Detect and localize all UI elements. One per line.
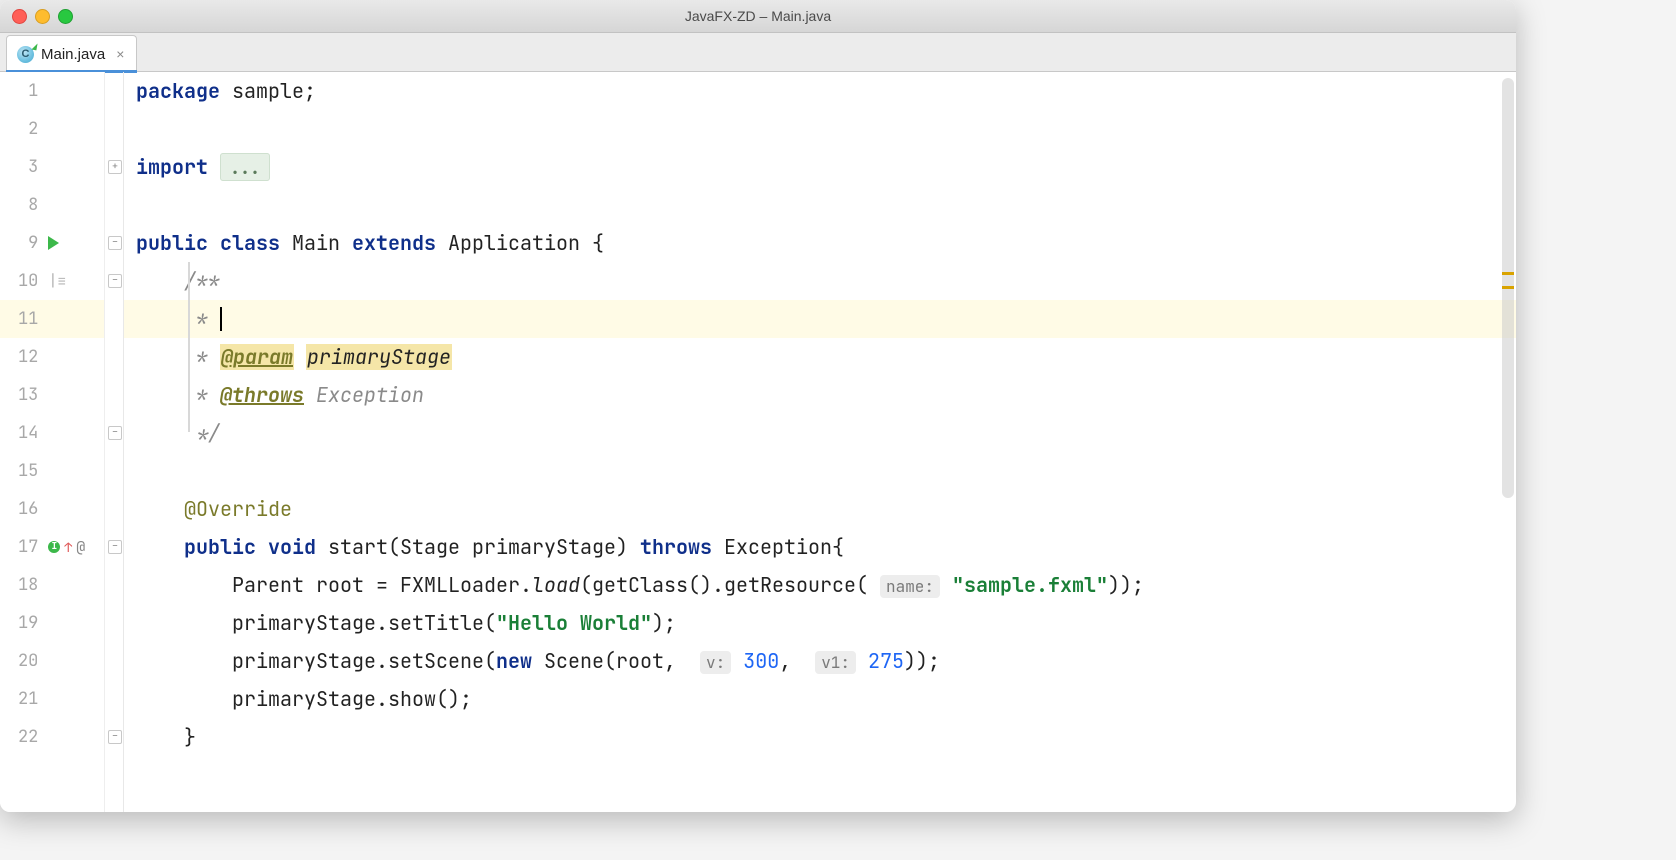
zoom-window-button[interactable] (58, 9, 73, 24)
fold-collapse-icon[interactable] (108, 426, 122, 440)
param-hint-v1: v1: (815, 651, 856, 674)
fold-collapse-icon[interactable] (108, 540, 122, 554)
window-titlebar[interactable]: JavaFX-ZD – Main.java (0, 0, 1516, 33)
fold-collapse-icon[interactable] (108, 274, 122, 288)
error-stripe[interactable] (1500, 72, 1516, 812)
line-number: 20 (0, 642, 44, 680)
close-tab-icon[interactable]: × (116, 46, 124, 62)
line-number: 19 (0, 604, 44, 642)
warning-marker[interactable] (1502, 286, 1514, 289)
line-number: 9 (0, 224, 44, 262)
window-title: JavaFX-ZD – Main.java (0, 8, 1516, 24)
line-number: 17 (0, 528, 44, 566)
run-gutter-icon[interactable] (48, 236, 59, 250)
fold-collapse-icon[interactable] (108, 236, 122, 250)
up-arrow-icon: ↑ (64, 541, 72, 554)
fold-expand-icon[interactable] (108, 160, 122, 174)
fold-collapse-icon[interactable] (108, 730, 122, 744)
tab-label: Main.java (41, 46, 105, 63)
line-number: 8 (0, 186, 44, 224)
doc-stripe (188, 262, 190, 432)
fold-fence (105, 72, 124, 812)
close-window-button[interactable] (12, 9, 27, 24)
line-number: 18 (0, 566, 44, 604)
window-controls (0, 9, 73, 24)
code-area[interactable]: package sample; import ... public class … (124, 72, 1516, 812)
folded-imports[interactable]: ... (220, 153, 270, 181)
tab-main-java[interactable]: C Main.java × (6, 35, 137, 72)
editor-tabbar: C Main.java × (0, 33, 1516, 72)
line-number: 22 (0, 718, 44, 756)
at-icon: @ (76, 528, 85, 566)
line-number: 2 (0, 110, 44, 148)
param-hint-name: name: (880, 575, 940, 598)
line-number: 16 (0, 490, 44, 528)
line-number: 15 (0, 452, 44, 490)
line-number: 12 (0, 338, 44, 376)
param-hint-v: v: (700, 651, 731, 674)
warning-marker[interactable] (1502, 272, 1514, 275)
java-class-icon: C (17, 46, 34, 63)
ide-window: JavaFX-ZD – Main.java C Main.java × 1 2 … (0, 0, 1516, 812)
line-number: 1 (0, 72, 44, 110)
override-gutter-icon[interactable] (48, 541, 60, 553)
line-number: 11 (0, 300, 44, 338)
line-number: 14 (0, 414, 44, 452)
line-number: 13 (0, 376, 44, 414)
line-number: 3 (0, 148, 44, 186)
minimize-window-button[interactable] (35, 9, 50, 24)
line-number: 21 (0, 680, 44, 718)
javadoc-gutter-icon: |≡ (48, 262, 66, 300)
text-caret (220, 307, 222, 331)
editor: 1 2 3 8 9 10|≡ 11 12 13 14 15 16 17 ↑ @ 18… (0, 72, 1516, 812)
line-number: 10 (0, 262, 44, 300)
gutter[interactable]: 1 2 3 8 9 10|≡ 11 12 13 14 15 16 17 ↑ @ 18… (0, 72, 105, 812)
